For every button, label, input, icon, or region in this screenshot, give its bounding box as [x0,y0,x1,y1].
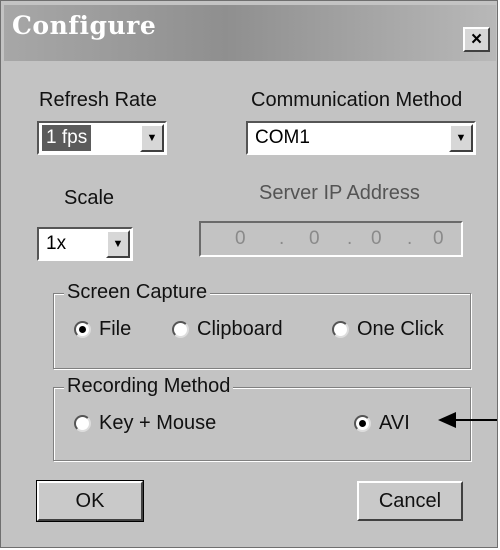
arrow-left-icon [438,412,497,428]
